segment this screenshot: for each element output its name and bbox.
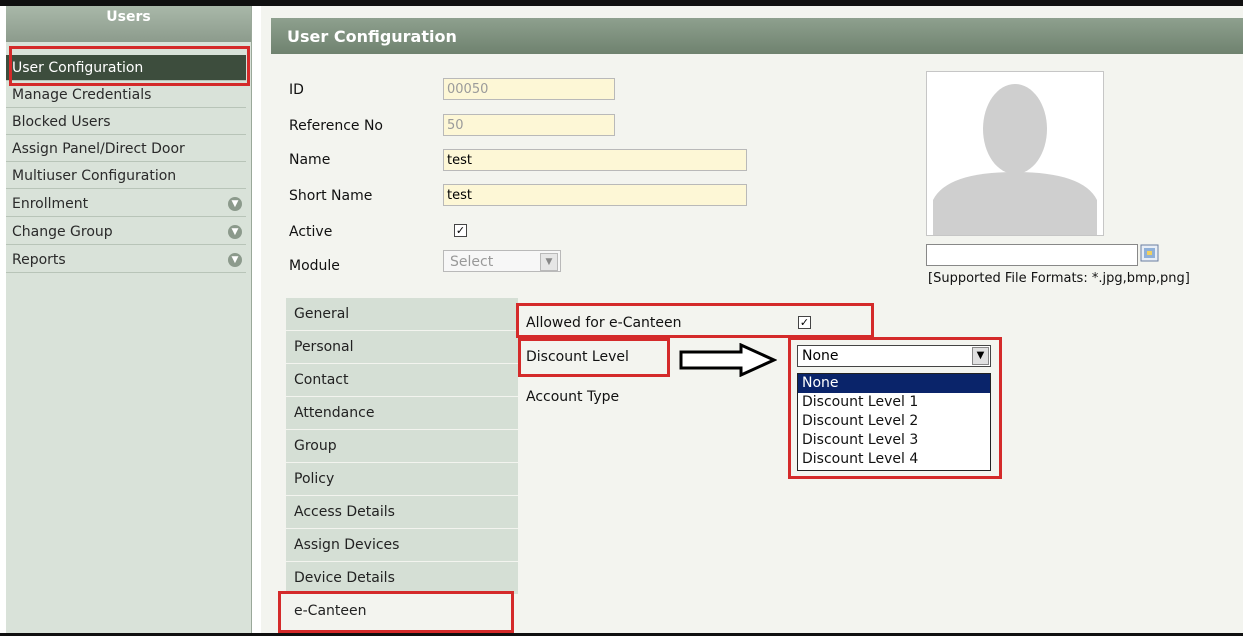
tab-attendance[interactable]: Attendance xyxy=(286,397,518,430)
tab-group[interactable]: Group xyxy=(286,430,518,463)
sidebar-item-label: Reports xyxy=(12,252,66,268)
account-type-label: Account Type xyxy=(526,389,620,405)
tab-personal[interactable]: Personal xyxy=(286,331,518,364)
allowed-ecanteen-checkbox[interactable]: ✓ xyxy=(798,316,811,329)
arrow-right-icon xyxy=(679,343,777,377)
chevron-down-icon[interactable]: ▼ xyxy=(228,225,242,239)
tab-general[interactable]: General xyxy=(286,298,518,331)
name-label: Name xyxy=(289,152,331,168)
supported-formats-text: [Supported File Formats: *.jpg,bmp,png] xyxy=(928,271,1190,286)
sidebar-item-label: Multiuser Configuration xyxy=(12,168,177,184)
chevron-down-icon[interactable]: ▼ xyxy=(228,197,242,211)
short-name-field[interactable]: test xyxy=(443,184,747,206)
discount-level-select[interactable]: None ▼ xyxy=(797,345,991,367)
chevron-down-icon: ▼ xyxy=(540,253,558,271)
sidebar-item-assign-panel[interactable]: Assign Panel/Direct Door xyxy=(6,136,246,162)
tab-device-details[interactable]: Device Details xyxy=(286,562,518,595)
sidebar-item-label: User Configuration xyxy=(12,60,144,76)
sidebar-title: Users xyxy=(6,6,251,42)
sidebar-item-label: Change Group xyxy=(12,224,113,240)
tab-policy[interactable]: Policy xyxy=(286,463,518,496)
module-select-value: Select xyxy=(450,254,494,270)
tab-assign-devices[interactable]: Assign Devices xyxy=(286,529,518,562)
sidebar-item-blocked-users[interactable]: Blocked Users xyxy=(6,109,246,135)
chevron-down-icon[interactable]: ▼ xyxy=(972,347,989,365)
name-field[interactable]: test xyxy=(443,149,747,171)
sidebar-item-label: Blocked Users xyxy=(12,114,111,130)
active-label: Active xyxy=(289,224,333,240)
chevron-down-icon[interactable]: ▼ xyxy=(228,253,242,267)
sidebar-item-label: Enrollment xyxy=(12,196,89,212)
sidebar-item-manage-credentials[interactable]: Manage Credentials xyxy=(6,82,246,108)
discount-level-label: Discount Level xyxy=(526,349,629,365)
user-photo xyxy=(926,71,1104,236)
sidebar-item-label: Assign Panel/Direct Door xyxy=(12,141,185,157)
tab-access-details[interactable]: Access Details xyxy=(286,496,518,529)
dropdown-option[interactable]: Discount Level 4 xyxy=(798,450,990,469)
photo-file-input[interactable] xyxy=(926,244,1138,266)
reference-field[interactable]: 50 xyxy=(443,114,615,136)
reference-label: Reference No xyxy=(289,118,383,134)
sidebar-item-label: Manage Credentials xyxy=(12,87,152,103)
discount-level-select-value: None xyxy=(802,348,839,364)
dropdown-option[interactable]: Discount Level 2 xyxy=(798,412,990,431)
dropdown-option[interactable]: Discount Level 1 xyxy=(798,393,990,412)
avatar-placeholder-icon xyxy=(933,84,1097,235)
allowed-ecanteen-label: Allowed for e-Canteen xyxy=(526,315,682,331)
config-tabs: General Personal Contact Attendance Grou… xyxy=(286,298,518,633)
browse-icon[interactable] xyxy=(1139,242,1161,264)
dropdown-option[interactable]: None xyxy=(798,374,990,393)
page-title: User Configuration xyxy=(271,18,1243,54)
active-checkbox[interactable]: ✓ xyxy=(454,224,467,237)
short-name-label: Short Name xyxy=(289,188,373,204)
dropdown-option[interactable]: Discount Level 3 xyxy=(798,431,990,450)
module-select[interactable]: Select ▼ xyxy=(443,250,561,272)
sidebar-item-multiuser-configuration[interactable]: Multiuser Configuration xyxy=(6,163,246,189)
tab-e-canteen[interactable]: e-Canteen xyxy=(286,595,518,628)
discount-level-dropdown: None Discount Level 1 Discount Level 2 D… xyxy=(797,373,991,471)
main-panel: User Configuration ID 00050 Reference No… xyxy=(261,6,1243,633)
tab-contact[interactable]: Contact xyxy=(286,364,518,397)
sidebar-item-user-configuration[interactable]: User Configuration xyxy=(6,55,246,81)
id-label: ID xyxy=(289,82,304,98)
id-field[interactable]: 00050 xyxy=(443,78,615,100)
sidebar-item-enrollment[interactable]: Enrollment ▼ xyxy=(6,191,246,217)
sidebar-item-reports[interactable]: Reports ▼ xyxy=(6,247,246,273)
sidebar-item-change-group[interactable]: Change Group ▼ xyxy=(6,219,246,245)
module-label: Module xyxy=(289,258,340,274)
